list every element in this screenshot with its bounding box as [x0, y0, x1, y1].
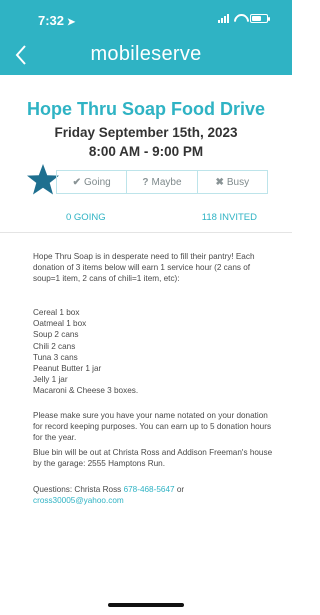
questions-prefix: Questions: Christa Ross — [33, 485, 124, 494]
app-title: mobileserve — [90, 43, 202, 65]
battery-icon — [250, 14, 270, 23]
event-date: Friday September 15th, 2023 — [54, 125, 238, 140]
invited-count-link[interactable]: 118 INVITED — [202, 212, 257, 223]
description-intro: Hope Thru Soap is in desperate need to f… — [33, 252, 255, 284]
app-header: 7:32 ➤ mobileserve — [0, 0, 292, 75]
status-time: 7:32 ➤ — [38, 13, 75, 28]
star-icon — [27, 164, 59, 195]
rsvp-group: ✔ Going ? Maybe ✖ Busy — [56, 170, 268, 194]
list-item: Macaroni & Cheese 3 boxes. — [33, 386, 139, 396]
description-note: Please make sure you have your name nota… — [33, 411, 272, 443]
question-icon: ? — [142, 176, 149, 188]
donation-items-list: Cereal 1 box Oatmeal 1 box Soup 2 cans C… — [33, 307, 273, 397]
status-icons — [218, 14, 270, 23]
description-questions: Questions: Christa Ross 678-468-5647 or … — [33, 484, 273, 506]
going-label: Going — [84, 176, 111, 188]
check-icon: ✔ — [72, 176, 82, 188]
wifi-icon — [234, 14, 245, 23]
list-item: Oatmeal 1 box — [33, 319, 87, 329]
busy-button[interactable]: ✖ Busy — [198, 171, 267, 193]
list-item: Jelly 1 jar — [33, 375, 68, 385]
list-item: Tuna 3 cans — [33, 352, 78, 362]
signal-icon — [218, 14, 229, 23]
maybe-button[interactable]: ? Maybe — [127, 171, 198, 193]
going-button[interactable]: ✔ Going — [57, 171, 128, 193]
divider — [0, 232, 292, 233]
list-item: Soup 2 cans — [33, 330, 79, 340]
maybe-label: Maybe — [151, 176, 182, 188]
busy-label: Busy — [226, 176, 250, 188]
questions-or: or — [174, 485, 185, 494]
home-indicator[interactable] — [108, 603, 184, 607]
list-item: Peanut Butter 1 jar — [33, 364, 102, 374]
list-item: Cereal 1 box — [33, 308, 80, 317]
x-icon: ✖ — [215, 176, 224, 188]
going-count-link[interactable]: 0 GOING — [66, 212, 106, 223]
status-time-text: 7:32 — [38, 13, 65, 28]
event-title: Hope Thru Soap Food Drive — [26, 99, 265, 119]
event-time: 8:00 AM - 9:00 PM — [88, 144, 204, 159]
email-link[interactable]: cross30005@yahoo.com — [33, 496, 124, 505]
list-item: Chili 2 cans — [33, 341, 76, 351]
phone-link[interactable]: 678-468-5647 — [124, 485, 175, 494]
location-arrow-icon: ➤ — [67, 17, 76, 28]
description-bin: Blue bin will be out at Christa Ross and… — [33, 448, 273, 469]
